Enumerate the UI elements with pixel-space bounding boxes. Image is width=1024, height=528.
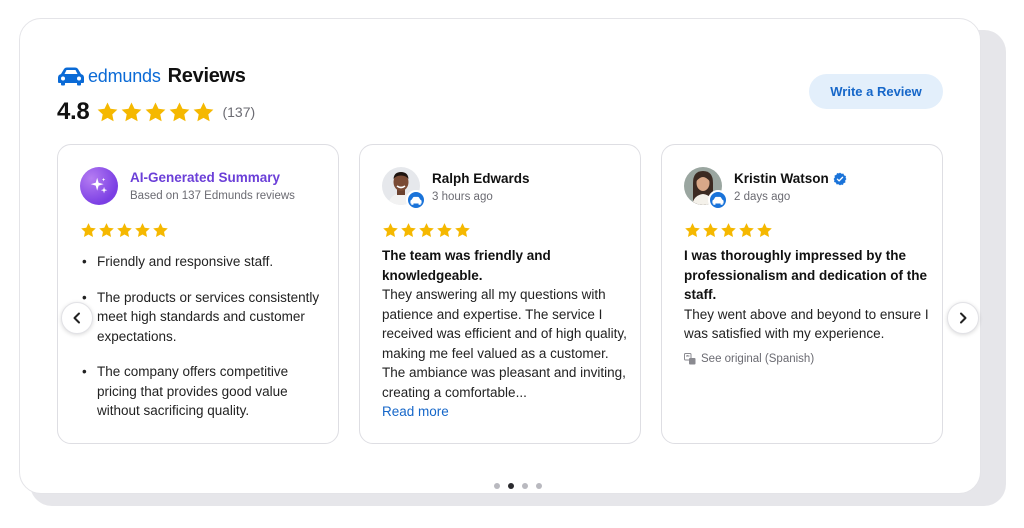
summary-header: AI-Generated Summary Based on 137 Edmund… [80,167,295,205]
next-arrow-button[interactable] [947,302,979,334]
star-icon [401,223,416,237]
review-time: 3 hours ago [432,191,493,203]
summary-bullet: The products or services consistently me… [82,288,322,347]
pagination-dots [494,483,542,489]
star-icon [703,223,718,237]
review-card: Ralph Edwards 3 hours ago The team was f… [359,144,641,444]
review-headline: I was thoroughly impressed by the profes… [684,248,928,302]
star-icon [146,101,166,121]
brand-row: edmunds Reviews [57,63,255,89]
star-icon [455,223,470,237]
review-time: 2 days ago [734,191,791,203]
review-header: Kristin Watson 2 days ago [684,167,847,210]
page-title: Reviews [167,64,246,87]
car-icon [58,67,84,86]
previous-arrow-button[interactable] [61,302,93,334]
pagination-dot-active[interactable] [508,483,514,489]
star-icon [81,223,96,237]
star-icon [194,101,214,121]
pagination-dot[interactable] [522,483,528,489]
star-icon [122,101,142,121]
star-icon [383,223,398,237]
summary-bullet: The company offers competitive pricing t… [82,362,322,421]
summary-title: AI-Generated Summary [130,170,281,185]
chevron-right-icon [960,312,967,324]
brand-name: edmunds [88,65,161,86]
star-icon [153,223,168,237]
review-text: They answering all my questions with pat… [382,287,627,400]
star-icon [437,223,452,237]
car-badge-icon [708,190,728,210]
reviewer-name: Ralph Edwards [432,171,530,186]
summary-stars [80,222,169,239]
review-headline: The team was friendly and knowledgeable. [382,248,551,283]
star-icon [685,223,700,237]
see-original-label: See original (Spanish) [701,352,815,365]
overall-rating: 4.8 (137) [57,97,255,127]
star-icon [135,223,150,237]
summary-bullet: Friendly and responsive staff. [82,252,322,272]
star-icon [170,101,190,121]
read-more-link[interactable]: Read more [382,402,449,422]
review-body: I was thoroughly impressed by the profes… [684,246,929,365]
star-icon [117,223,132,237]
review-stars [684,222,773,239]
see-original-link[interactable]: See original (Spanish) [684,352,929,365]
star-icon [419,223,434,237]
review-body: The team was friendly and knowledgeable.… [382,246,627,422]
summary-bullets: Friendly and responsive staff. The produ… [82,252,322,437]
summary-subtitle: Based on 137 Edmunds reviews [130,190,295,202]
star-icon [757,223,772,237]
pagination-dot[interactable] [536,483,542,489]
review-text: They went above and beyond to ensure I w… [684,306,929,342]
chevron-left-icon [73,312,80,324]
star-icon [721,223,736,237]
overall-stars [96,101,215,124]
reviewer-avatar [382,167,426,210]
review-stars [382,222,471,239]
widget-header: edmunds Reviews 4.8 (137) [57,63,255,127]
pagination-dot[interactable] [494,483,500,489]
review-card: Kristin Watson 2 days ago I was thorough… [661,144,943,444]
reviews-widget: edmunds Reviews 4.8 (137) Write a Review [19,18,981,494]
ai-summary-card: AI-Generated Summary Based on 137 Edmund… [57,144,339,444]
reviewer-name: Kristin Watson [734,171,829,186]
car-badge-icon [406,190,426,210]
rating-value: 4.8 [57,98,90,125]
translate-icon [684,352,696,364]
write-review-button[interactable]: Write a Review [809,74,943,109]
star-icon [98,101,118,121]
star-icon [99,223,114,237]
verified-check-icon [833,172,847,185]
review-count: (137) [222,104,256,120]
review-header: Ralph Edwards 3 hours ago [382,167,530,210]
reviewer-avatar [684,167,728,210]
sparkle-icon [80,167,118,205]
star-icon [739,223,754,237]
